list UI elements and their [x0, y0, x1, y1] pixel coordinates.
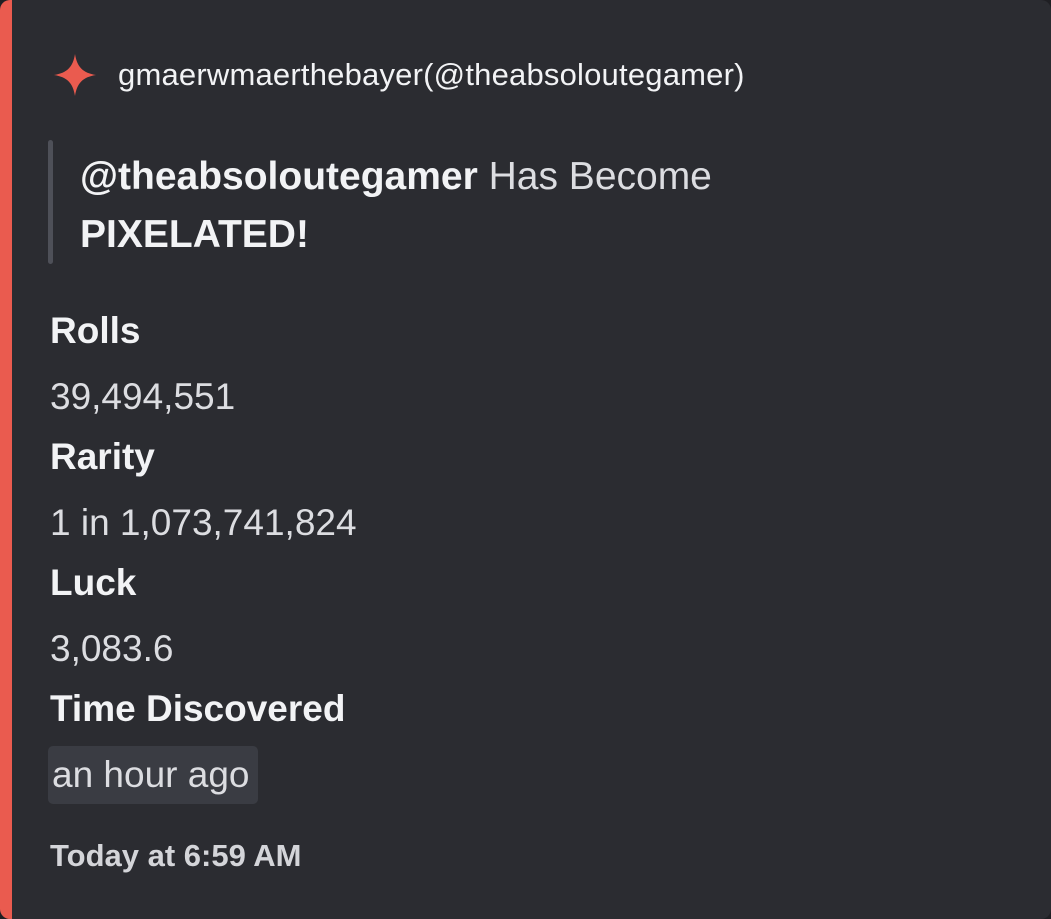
field-value-rolls: 39,494,551 — [50, 376, 236, 417]
embed-footer-timestamp: Today at 6:59 AM — [50, 838, 302, 873]
message-embed: gmaerwmaerthebayer(@theabsoloutegamer) @… — [0, 0, 1051, 919]
sparkle-icon — [52, 52, 98, 98]
user-mention[interactable]: @theabsoloutegamer — [80, 155, 478, 198]
author-name[interactable]: gmaerwmaerthebayer(@theabsoloutegamer) — [118, 57, 745, 93]
field-value-rarity: 1 in 1,073,741,824 — [50, 502, 357, 543]
quote-emphasis: PIXELATED! — [80, 213, 309, 256]
timestamp-chip[interactable]: an hour ago — [48, 746, 258, 804]
field-name-time-discovered: Time Discovered — [50, 688, 346, 729]
embed-author: gmaerwmaerthebayer(@theabsoloutegamer) — [52, 52, 745, 98]
field-name-rolls: Rolls — [50, 310, 141, 351]
embed-accent-bar — [0, 0, 12, 919]
embed-description-quote: @theabsoloutegamer Has Become PIXELATED! — [48, 140, 948, 264]
quote-text: @theabsoloutegamer Has Become PIXELATED! — [80, 148, 712, 264]
quote-body: Has Become — [477, 155, 712, 198]
field-value-luck: 3,083.6 — [50, 628, 174, 669]
blockquote-bar — [48, 140, 53, 264]
field-name-rarity: Rarity — [50, 436, 155, 477]
field-name-luck: Luck — [50, 562, 137, 603]
